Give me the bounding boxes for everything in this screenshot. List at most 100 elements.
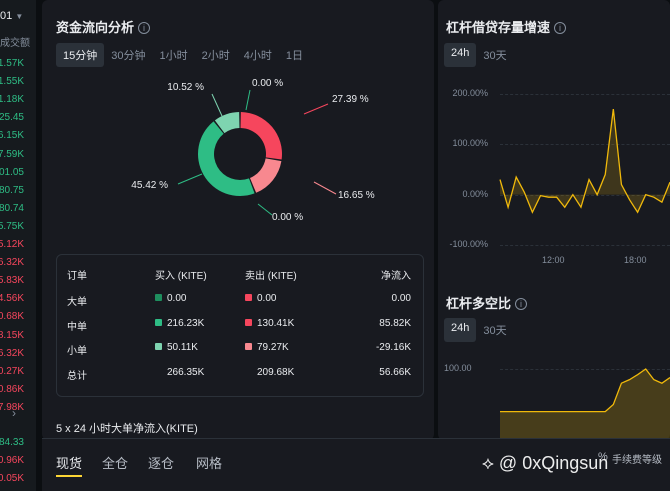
fee-level-link[interactable]: 手续费等级 [612,451,662,466]
table-header: 净流入 [381,271,411,282]
bottom-tab[interactable]: 全仓 [102,453,128,472]
left-strip-value: 6.32K [0,257,24,269]
table-net-cell: 85.82K [379,317,411,329]
buy-value: 266.35K [167,366,205,378]
long-short-period-tab[interactable]: 30天 [476,318,513,342]
fund-flow-donut-chart: 27.39 % 16.65 % 0.00 % 45.42 % 10.52 % 0.00 % [131,78,375,223]
large-order-inflow-title: 5 x 24 小时大单净流入(KITE) [56,423,198,435]
left-strip-value: 84.33 [0,437,24,448]
bottom-tab[interactable]: 网格 [196,453,222,472]
left-strip-value: 80.75 [0,184,24,196]
table-header: 买入 (KITE) [155,271,207,282]
bottom-tab[interactable]: 逐仓 [148,453,174,472]
table-row-name: 中单 [67,321,87,333]
fund-flow-period-tab[interactable]: 15分钟 [56,43,105,67]
left-strip-subheader: 成交额 [0,38,30,49]
table-buy-cell: 216.23K [155,318,204,329]
leverage-growth-tabs: 24h 30天 [444,43,514,67]
fund-flow-table: 订单 买入 (KITE) 卖出 (KITE) 净流入大单 0.00 0.00 0.00 中单 2… [56,254,424,397]
table-buy-cell: 266.35K [167,367,204,378]
table-buy-cell: 50.11K [155,342,198,353]
table-header: 订单 [67,271,87,282]
left-strip-value: 0.68K [0,311,24,323]
donut-label: 0.00 % [272,212,303,223]
chevron-down-icon: ▼ [15,12,24,21]
left-strip-value: 0.86K [0,383,24,395]
left-strip-value: 1.57K [0,58,24,69]
buy-value: 50.11K [167,342,198,353]
leverage-growth-period-tab[interactable]: 24h [444,43,477,67]
donut-leader-line [303,103,329,115]
buy-color-swatch [155,343,162,350]
sell-color-swatch [245,343,252,350]
donut-segment[interactable] [198,121,255,196]
table-buy-cell: 0.00 [155,293,186,304]
sell-value: 130.41K [257,317,295,329]
left-strip-value: 8.15K [0,329,24,341]
sell-color-swatch [245,318,252,326]
fund-flow-period-tab[interactable]: 1日 [279,43,310,67]
buy-value: 216.23K [167,317,205,329]
donut-label: 16.65 % [338,190,375,201]
left-strip-header[interactable]: 01 ▼ [0,10,23,22]
info-icon[interactable]: i [138,22,151,34]
left-strip-value: 6.15K [0,130,24,142]
info-icon[interactable]: i [515,298,528,310]
left-strip-value: 1.18K [0,94,24,106]
left-strip-value: 0.05K [0,473,24,484]
table-row-name: 大单 [67,297,87,308]
table-net-cell: 0.00 [391,293,411,304]
left-order-book-strip: 01 ▼ 成交额 1.57K 1.55K 1.18K 25.45 6.15K 7.59K 0… [0,0,36,491]
donut-segment[interactable] [249,158,282,193]
long-short-tabs: 24h 30天 [444,318,514,342]
watermark: ⟡ @ 0xQingsun [482,453,609,473]
active-tab-indicator [56,475,82,477]
left-strip-value: 25.45 [0,112,24,124]
left-strip-value: 01.05 [0,166,24,178]
left-strip-value: 7.59K [0,148,24,160]
chevron-right-icon[interactable]: › [12,406,16,420]
bottom-tab[interactable]: 现货 [56,453,82,472]
left-strip-value: 5.75K [0,220,24,232]
left-strip-value: 5.12K [0,239,24,250]
fund-flow-period-tab[interactable]: 1小时 [153,43,195,67]
sell-value: 0.00 [257,293,277,304]
fund-flow-period-tab[interactable]: 2小时 [195,43,237,67]
fund-flow-tabs: 15分钟 30分钟 1小时 2小时 4小时 1日 [56,43,310,67]
table-row-name: 小单 [67,346,87,357]
left-strip-value: 4.56K [0,293,24,305]
leverage-growth-svg [499,109,670,214]
left-strip-value: 1.55K [0,76,24,88]
fund-flow-period-tab[interactable]: 4小时 [237,43,279,67]
sell-value: 79.27K [257,342,289,353]
donut-leader-line [257,203,273,216]
buy-color-swatch [155,318,162,326]
table-sell-cell: 209.68K [257,367,294,378]
table-sell-cell: 130.41K [245,318,294,329]
left-strip-value: 0.27K [0,365,24,377]
table-sell-cell: 79.27K [245,342,289,353]
donut-label: 10.52 % [167,82,204,93]
long-short-title: 杠杆多空比 i [446,293,528,312]
fund-flow-period-tab[interactable]: 30分钟 [104,43,152,67]
long-short-period-tab[interactable]: 24h [444,318,477,342]
line-series [499,109,670,214]
donut-label: 45.42 % [131,180,168,191]
table-row-name: 总计 [67,370,87,382]
area-fill [500,369,670,440]
leverage-growth-title: 杠杆借贷存量增速 i [446,17,567,36]
donut-leader-line [177,173,203,185]
leverage-growth-chart: 200.00% 100.00% 0.00% -100.00% 12:00 18:00 [438,80,670,270]
left-strip-value: 6.32K [0,347,24,359]
donut-leader-line [245,89,251,111]
table-sell-cell: 0.00 [245,293,276,304]
leverage-growth-period-tab[interactable]: 30天 [476,43,513,67]
left-strip-value: 0.96K [0,455,24,466]
info-icon[interactable]: i [554,22,567,34]
donut-segment[interactable] [240,112,282,160]
fund-flow-panel: 资金流向分析 i 15分钟 30分钟 1小时 2小时 4小时 1日 27.39 % 16.65… [42,0,434,440]
bottom-orders-bar: % 手续费等级 ⟡ @ 0xQingsun 现货 全仓 逐仓 网格 [42,438,670,491]
table-header: 卖出 (KITE) [245,271,297,282]
leverage-panel: 杠杆借贷存量增速 i 24h 30天 200.00% 100.00% 0.00% -100… [438,0,670,440]
donut-leader-line [211,93,223,117]
